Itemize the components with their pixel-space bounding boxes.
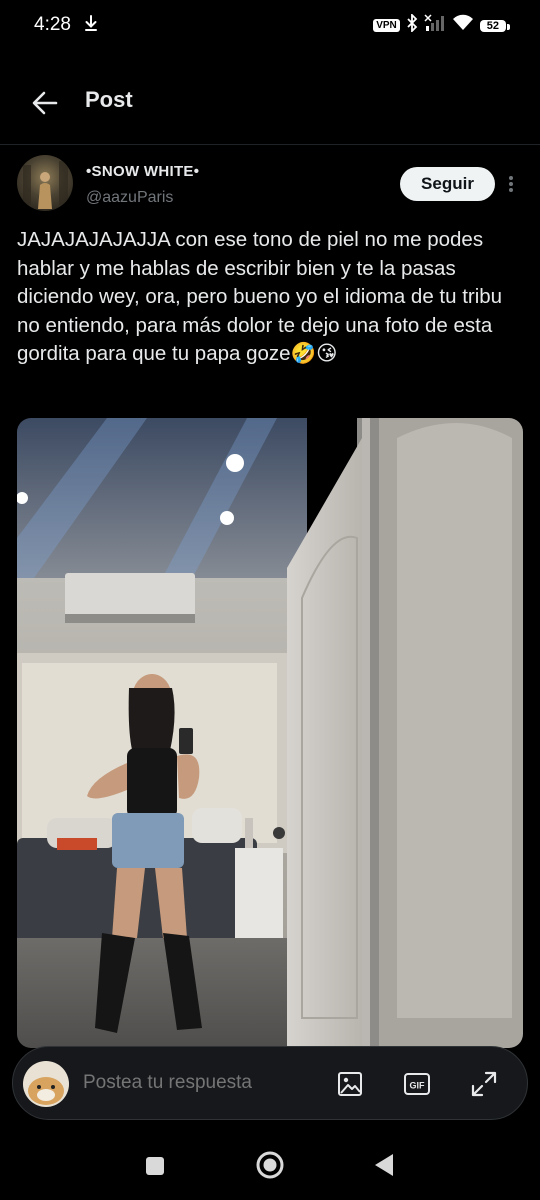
post-photo[interactable]: [17, 418, 523, 1048]
follow-button[interactable]: Seguir: [400, 167, 495, 201]
status-time: 4:28: [34, 14, 71, 35]
more-options-icon[interactable]: [504, 172, 518, 196]
user-avatar[interactable]: [23, 1061, 69, 1107]
system-nav-bar: [0, 1130, 540, 1200]
battery-icon: 52: [479, 19, 511, 32]
wifi-icon: [452, 14, 474, 37]
image-icon[interactable]: [335, 1069, 365, 1099]
back-arrow-icon[interactable]: [30, 88, 60, 118]
download-icon: [84, 14, 98, 37]
reply-input[interactable]: [81, 1071, 305, 1095]
expand-icon[interactable]: [469, 1069, 499, 1099]
author-name[interactable]: •SNOW WHITE•: [86, 163, 199, 180]
home-button[interactable]: [254, 1149, 286, 1186]
status-icons: VPN 52: [373, 12, 511, 37]
reply-bar: GIF: [12, 1046, 528, 1120]
recents-button[interactable]: [144, 1155, 166, 1182]
author-handle[interactable]: @aazuParis: [86, 189, 173, 207]
post-text: JAJAJAJAJAJJA con ese tono de piel no me…: [17, 228, 503, 366]
signal-icon: [424, 14, 446, 37]
status-bar: 4:28 VPN 52: [0, 0, 540, 50]
bluetooth-icon: [406, 12, 418, 37]
gif-icon[interactable]: GIF: [402, 1069, 432, 1099]
author-avatar[interactable]: [17, 155, 73, 211]
page-title: Post: [85, 87, 133, 112]
header-divider: [0, 144, 540, 145]
svg-text:GIF: GIF: [410, 1081, 426, 1091]
back-button[interactable]: [372, 1152, 396, 1183]
vpn-badge: VPN: [373, 19, 400, 32]
header: Post: [0, 68, 540, 138]
